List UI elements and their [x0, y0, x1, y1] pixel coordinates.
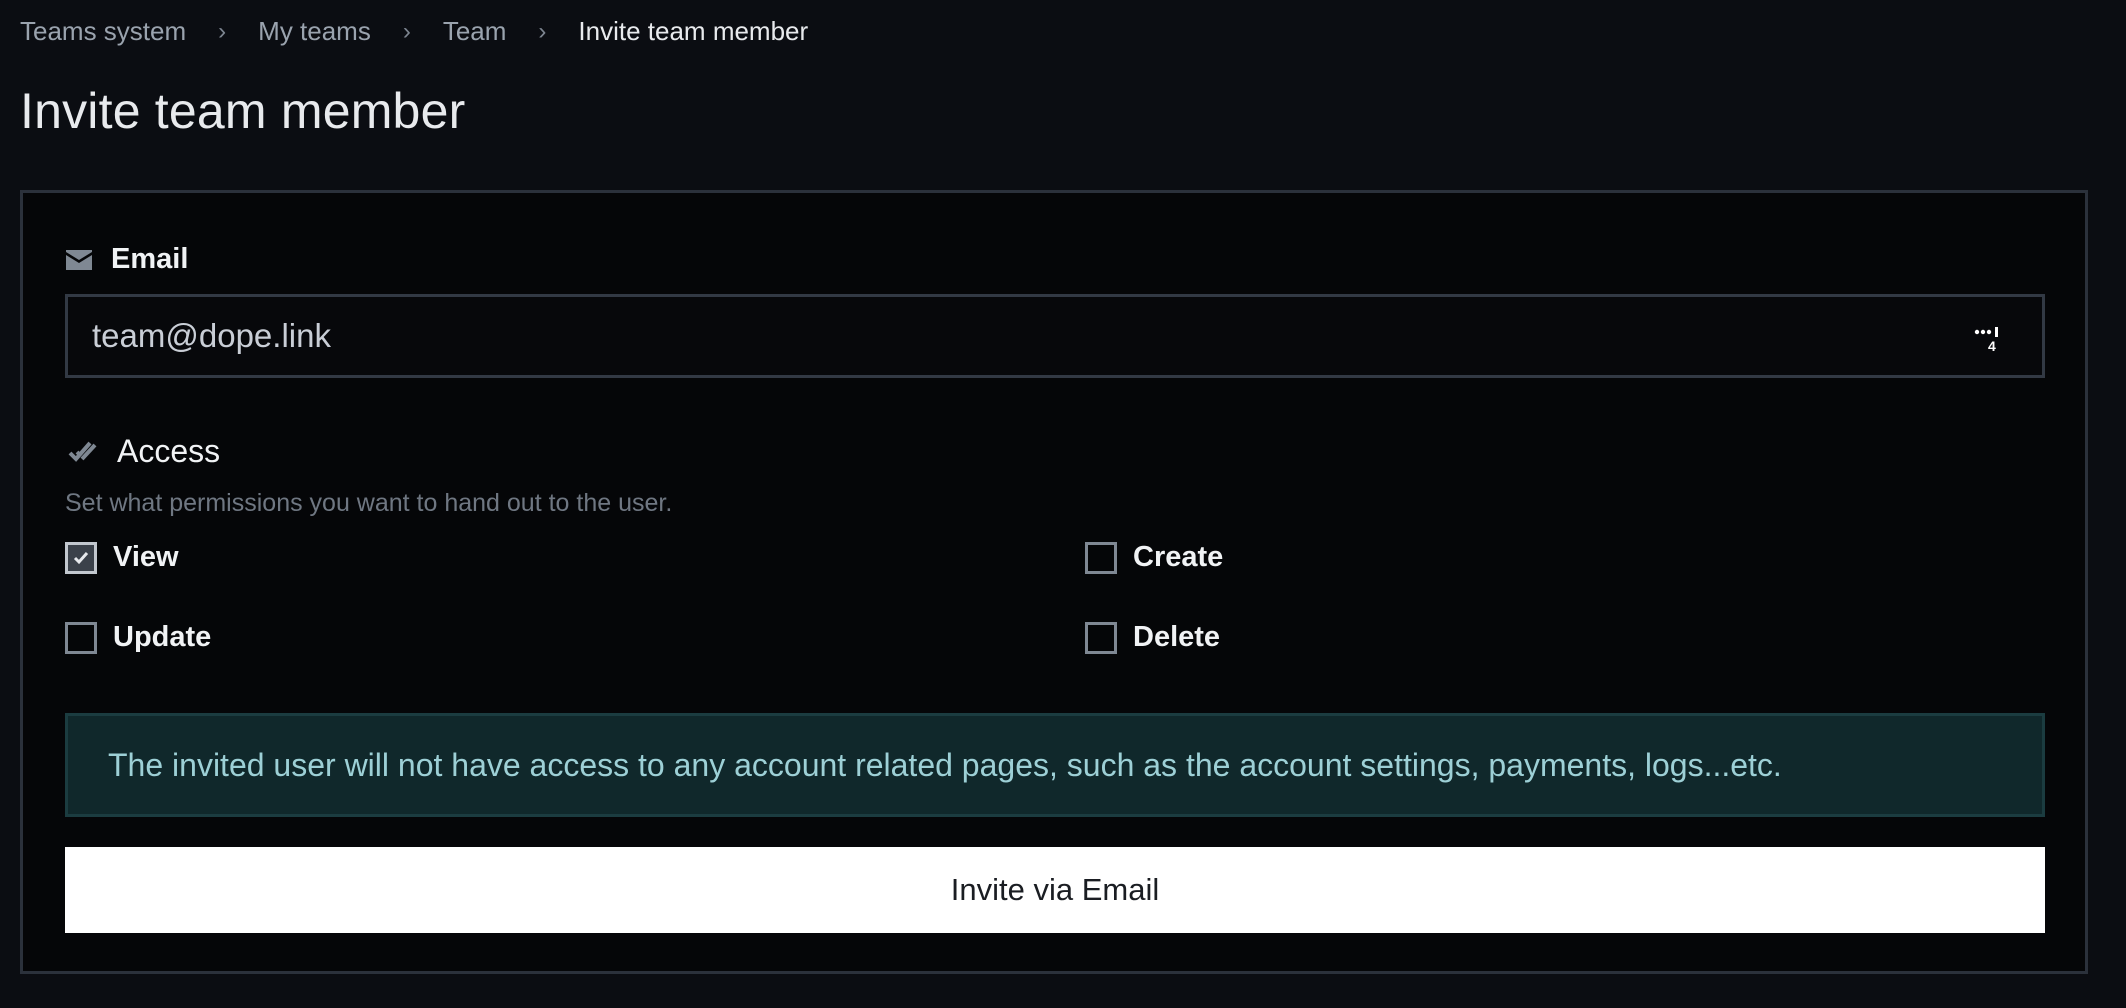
permission-update[interactable]: Update — [65, 621, 211, 654]
chevron-right-icon: › — [538, 17, 547, 45]
permission-create-label: Create — [1133, 541, 1224, 573]
chevron-right-icon: › — [218, 17, 227, 45]
checkbox-create[interactable] — [1085, 541, 1117, 574]
password-manager-badge: 4 — [1988, 338, 1996, 353]
breadcrumb: Teams system › My teams › Team › Invite … — [20, 16, 808, 47]
double-check-icon — [68, 441, 97, 462]
breadcrumb-my-teams[interactable]: My teams — [258, 16, 371, 47]
breadcrumb-current: Invite team member — [578, 16, 809, 46]
info-notice: The invited user will not have access to… — [65, 713, 2045, 817]
email-label-text: Email — [111, 243, 189, 275]
email-input[interactable] — [68, 297, 2042, 375]
access-helper-text: Set what permissions you want to hand ou… — [65, 489, 673, 517]
page-title: Invite team member — [20, 83, 466, 139]
checkbox-view[interactable] — [65, 541, 97, 574]
email-field-wrapper: 4 — [65, 294, 2045, 378]
checkbox-update[interactable] — [65, 621, 97, 654]
invite-via-email-button[interactable]: Invite via Email — [65, 847, 2045, 933]
invite-form-panel: Email 4 Access Set what permissions you … — [20, 190, 2088, 974]
breadcrumb-team[interactable]: Team — [443, 16, 507, 47]
permission-delete-label: Delete — [1133, 621, 1221, 653]
envelope-icon — [66, 249, 92, 270]
permission-delete[interactable]: Delete — [1085, 621, 1220, 654]
email-label: Email — [65, 243, 188, 276]
chevron-right-icon: › — [402, 17, 411, 45]
checkmark-icon — [73, 551, 89, 564]
permission-view[interactable]: View — [65, 541, 179, 574]
permission-view-label: View — [113, 541, 179, 573]
password-manager-icon[interactable]: 4 — [1972, 323, 2002, 353]
permission-update-label: Update — [113, 621, 212, 653]
breadcrumb-teams-system[interactable]: Teams system — [20, 16, 186, 47]
checkbox-delete[interactable] — [1085, 621, 1117, 654]
permission-create[interactable]: Create — [1085, 541, 1223, 574]
access-label: Access — [67, 433, 220, 470]
access-label-text: Access — [117, 433, 221, 469]
